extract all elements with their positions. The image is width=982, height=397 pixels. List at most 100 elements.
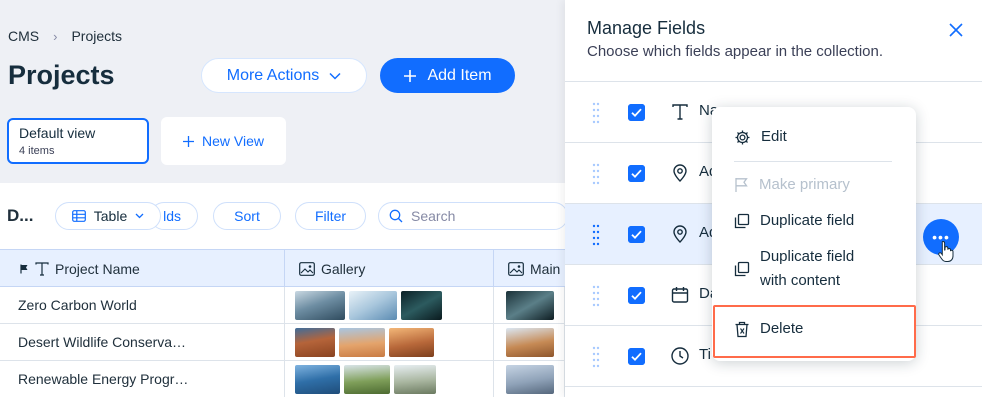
- sort-label: Sort: [234, 208, 260, 224]
- location-icon: [673, 164, 687, 182]
- image-icon: [299, 261, 315, 276]
- cell-gallery[interactable]: [285, 324, 494, 360]
- plus-icon: [183, 135, 194, 147]
- menu-item-delete[interactable]: Delete: [734, 317, 803, 341]
- menu-item-duplicate[interactable]: Duplicate field: [734, 209, 854, 233]
- layout-label: Table: [93, 208, 128, 224]
- column-label: Main: [530, 260, 561, 277]
- text-icon: [35, 261, 49, 276]
- breadcrumb-cms[interactable]: CMS: [8, 28, 39, 44]
- layout-select[interactable]: Table: [55, 202, 161, 230]
- cell-main-image[interactable]: [494, 361, 565, 397]
- flag-icon: [735, 178, 748, 192]
- duplicate-icon: [734, 261, 750, 277]
- gallery-image: [295, 364, 340, 394]
- image-icon: [508, 261, 524, 276]
- menu-label: Duplicate field with content: [760, 245, 854, 293]
- menu-label: Edit: [761, 128, 787, 145]
- column-project-name[interactable]: Project Name: [0, 250, 285, 287]
- cell-gallery[interactable]: [285, 287, 494, 323]
- cell-gallery[interactable]: [285, 361, 494, 397]
- cell-main-image[interactable]: [494, 324, 565, 360]
- cms-workspace: CMS › Projects Projects More Actions Add…: [0, 0, 565, 397]
- gallery-image: [394, 364, 436, 394]
- field-checkbox[interactable]: [628, 165, 645, 182]
- drag-handle-icon[interactable]: [592, 224, 600, 246]
- menu-label: Make primary: [759, 176, 850, 193]
- menu-divider: [734, 161, 892, 162]
- table-row[interactable]: Desert Wildlife Conserva…: [0, 324, 565, 361]
- breadcrumb: CMS › Projects: [8, 28, 122, 44]
- gallery-image: [349, 290, 397, 320]
- table-header: Project Name Gallery Main: [0, 249, 565, 287]
- plus-icon: [404, 69, 417, 82]
- chevron-down-icon: [135, 213, 144, 219]
- new-view-button[interactable]: New View: [161, 117, 286, 165]
- column-gallery[interactable]: Gallery: [285, 250, 494, 287]
- main-image: [506, 327, 554, 357]
- gallery-image: [344, 364, 390, 394]
- gallery-image: [389, 327, 434, 357]
- gallery-image: [295, 290, 345, 320]
- column-label: Gallery: [321, 260, 366, 277]
- view-default[interactable]: Default view 4 items: [7, 118, 149, 164]
- more-actions-button[interactable]: More Actions: [201, 58, 367, 93]
- search-icon: [389, 209, 403, 223]
- add-item-label: Add Item: [427, 66, 492, 84]
- drag-handle-icon[interactable]: [592, 163, 600, 185]
- table-row[interactable]: Renewable Energy Progr…: [0, 361, 565, 397]
- chevron-right-icon: ›: [53, 28, 58, 44]
- filter-label: Filter: [314, 208, 347, 224]
- drag-handle-icon[interactable]: [592, 285, 600, 307]
- search-input[interactable]: Search: [378, 202, 565, 230]
- chevron-down-icon: [329, 72, 341, 80]
- main-image: [506, 364, 554, 394]
- column-label: Project Name: [55, 260, 140, 277]
- more-actions-label: More Actions: [226, 66, 320, 84]
- menu-item-edit[interactable]: Edit: [734, 125, 787, 149]
- menu-item-make-primary: Make primary: [734, 173, 850, 197]
- drag-handle-icon[interactable]: [592, 346, 600, 368]
- fields-label: lds: [163, 208, 181, 224]
- close-icon[interactable]: [946, 20, 966, 40]
- field-checkbox[interactable]: [628, 226, 645, 243]
- breadcrumb-current: Projects: [71, 28, 123, 44]
- collection-table: D... lds Table Sort Filter Search Projec…: [0, 183, 565, 397]
- column-main[interactable]: Main: [494, 250, 565, 287]
- field-checkbox[interactable]: [628, 104, 645, 121]
- menu-label: Delete: [760, 320, 804, 337]
- main-image: [506, 290, 554, 320]
- text-icon: [672, 104, 688, 120]
- table-toolbar: D... lds Table Sort Filter Search: [0, 183, 565, 249]
- field-context-menu: Edit Make primary Duplicate field Duplic…: [712, 107, 916, 361]
- view-title: Default view: [19, 125, 96, 141]
- cell-project-name[interactable]: Desert Wildlife Conserva…: [0, 324, 285, 360]
- menu-label: Duplicate field: [760, 212, 855, 229]
- view-item-count: 4 items: [19, 145, 55, 157]
- sort-button[interactable]: Sort: [213, 202, 281, 230]
- panel-header: Manage Fields Choose which fields appear…: [565, 0, 982, 82]
- calendar-icon: [671, 287, 689, 303]
- duplicate-icon: [734, 213, 750, 229]
- hand-cursor-icon: [938, 240, 954, 262]
- field-checkbox[interactable]: [628, 348, 645, 365]
- add-item-button[interactable]: Add Item: [380, 58, 515, 93]
- cell-project-name[interactable]: Renewable Energy Progr…: [0, 361, 285, 397]
- collection-name: D...: [7, 206, 34, 225]
- cell-main-image[interactable]: [494, 287, 565, 323]
- menu-item-duplicate-with-content[interactable]: Duplicate field with content: [734, 245, 854, 293]
- gallery-image: [339, 327, 385, 357]
- field-label: Ti: [699, 346, 711, 363]
- filter-button[interactable]: Filter: [295, 202, 366, 230]
- location-icon: [673, 225, 687, 243]
- table-icon: [71, 210, 86, 222]
- clock-icon: [671, 347, 689, 365]
- field-checkbox[interactable]: [628, 287, 645, 304]
- gallery-image: [295, 327, 335, 357]
- page-title: Projects: [8, 60, 115, 90]
- menu-label-line1: Duplicate field: [760, 248, 855, 265]
- table-row[interactable]: Zero Carbon World: [0, 287, 565, 324]
- trash-icon: [735, 321, 749, 338]
- drag-handle-icon[interactable]: [592, 102, 600, 124]
- cell-project-name[interactable]: Zero Carbon World: [0, 287, 285, 323]
